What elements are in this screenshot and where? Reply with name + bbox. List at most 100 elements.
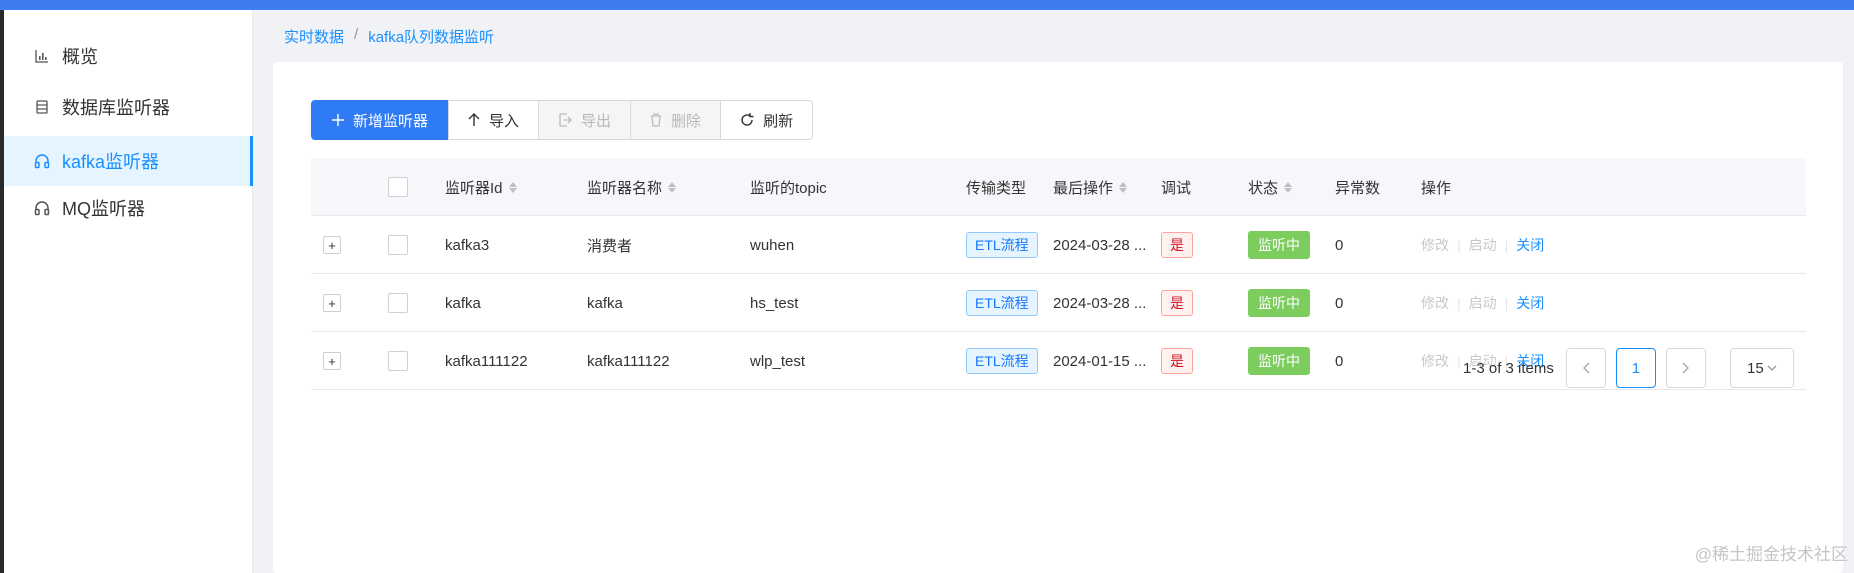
debug-tag: 是	[1161, 290, 1193, 316]
export-icon	[558, 113, 572, 127]
column-header-type: 传输类型	[966, 158, 1026, 216]
prev-page-button[interactable]	[1565, 348, 1606, 388]
table-row: + kafka kafka hs_test ETL流程 2024-03-28 .…	[311, 274, 1806, 332]
refresh-icon	[740, 113, 754, 127]
column-header-debug: 调试	[1161, 158, 1191, 216]
row-checkbox[interactable]	[388, 351, 408, 371]
checkbox-cell	[388, 274, 408, 332]
debug-cell: 是	[1161, 216, 1193, 274]
column-header-label: 监听的topic	[750, 179, 827, 197]
action-divider: |	[1457, 295, 1461, 311]
cell-last-op: 2024-01-15 ...	[1053, 352, 1147, 370]
edit-link[interactable]: 修改	[1421, 293, 1449, 313]
row-actions: 修改 | 启动 | 关闭	[1421, 216, 1544, 274]
column-header-id[interactable]: 监听器Id	[445, 158, 517, 216]
headphones-icon	[32, 151, 52, 171]
row-checkbox[interactable]	[388, 235, 408, 255]
checkbox-cell	[388, 216, 408, 274]
column-header-status[interactable]: 状态	[1248, 158, 1293, 216]
export-button[interactable]: 导出	[538, 100, 632, 140]
column-header-label: 异常数	[1335, 179, 1381, 197]
trash-icon	[650, 113, 662, 127]
type-cell: ETL流程	[966, 274, 1038, 332]
status-cell: 监听中	[1248, 332, 1310, 390]
add-listener-button[interactable]: 新增监听器	[311, 100, 450, 140]
cell-errors: 0	[1335, 352, 1344, 370]
import-button[interactable]: 导入	[448, 100, 540, 140]
column-header-name[interactable]: 监听器名称	[587, 158, 677, 216]
cell-last-op: 2024-03-28 ...	[1053, 294, 1147, 312]
status-cell: 监听中	[1248, 274, 1310, 332]
page-size-select[interactable]: 15	[1729, 348, 1794, 388]
column-header-last-op[interactable]: 最后操作	[1053, 158, 1128, 216]
status-badge: 监听中	[1248, 231, 1310, 259]
expand-row-button[interactable]: +	[323, 236, 341, 254]
cell-topic: wlp_test	[750, 352, 806, 370]
sidebar-item-kafka-listener[interactable]: kafka监听器	[4, 136, 253, 186]
table-header: 监听器Id 监听器名称 监听的topic 传输类型 最后操作 调试 状态 异常数…	[311, 158, 1806, 216]
cell-name: kafka	[587, 294, 623, 312]
expand-cell: +	[323, 216, 341, 274]
sidebar-item-overview[interactable]: 概览	[4, 31, 253, 81]
sidebar-item-label: 数据库监听器	[62, 98, 170, 118]
expand-cell: +	[323, 274, 341, 332]
action-divider: |	[1457, 237, 1461, 253]
column-header-label: 调试	[1161, 179, 1192, 197]
page-button-current[interactable]: 1	[1615, 348, 1656, 388]
export-label: 导出	[581, 112, 612, 130]
column-header-label: 最后操作	[1053, 179, 1114, 197]
column-header-label: 监听器名称	[587, 179, 663, 197]
checkbox-cell	[388, 332, 408, 390]
column-header-topic: 监听的topic	[750, 158, 827, 216]
cell-name: kafka111122	[587, 352, 670, 370]
select-all-checkbox[interactable]	[388, 158, 408, 216]
delete-label: 删除	[671, 112, 702, 130]
sidebar-item-database-listener[interactable]: 数据库监听器	[4, 82, 253, 132]
row-checkbox[interactable]	[388, 293, 408, 313]
edit-link[interactable]: 修改	[1421, 351, 1449, 371]
import-label: 导入	[489, 112, 520, 130]
debug-cell: 是	[1161, 332, 1193, 390]
table-row: + kafka3 消费者 wuhen ETL流程 2024-03-28 ... …	[311, 216, 1806, 274]
debug-tag: 是	[1161, 232, 1193, 258]
edit-link[interactable]: 修改	[1421, 235, 1449, 255]
cell-id: kafka111122	[445, 352, 528, 370]
sort-icon[interactable]	[1119, 181, 1128, 193]
close-link[interactable]: 关闭	[1516, 293, 1544, 313]
refresh-button[interactable]: 刷新	[720, 100, 814, 140]
content-card: 新增监听器 导入 导出 删除 刷新 监听器Id 监听器名称 监听的topic 传…	[273, 62, 1843, 573]
cell-topic: hs_test	[750, 294, 799, 312]
refresh-label: 刷新	[763, 112, 794, 130]
pagination-summary: 1-3 of 3 items	[1463, 359, 1554, 377]
next-page-button[interactable]	[1665, 348, 1706, 388]
database-icon	[32, 97, 52, 117]
start-link[interactable]: 启动	[1469, 235, 1497, 255]
bar-chart-icon	[32, 46, 52, 66]
sidebar-item-mq-listener[interactable]: MQ监听器	[4, 183, 253, 233]
column-header-label: 操作	[1421, 179, 1452, 197]
column-header-label: 状态	[1248, 179, 1279, 197]
page-size-value: 15	[1747, 359, 1764, 377]
action-divider: |	[1457, 353, 1461, 369]
row-actions: 修改 | 启动 | 关闭	[1421, 274, 1544, 332]
expand-row-button[interactable]: +	[323, 352, 341, 370]
cell-errors: 0	[1335, 236, 1344, 254]
type-cell: ETL流程	[966, 332, 1038, 390]
sort-icon[interactable]	[668, 181, 677, 193]
cell-last-op: 2024-03-28 ...	[1053, 236, 1147, 254]
delete-button[interactable]: 删除	[630, 100, 722, 140]
expand-row-button[interactable]: +	[323, 294, 341, 312]
type-tag: ETL流程	[966, 232, 1038, 258]
close-link[interactable]: 关闭	[1516, 235, 1544, 255]
start-link[interactable]: 启动	[1469, 293, 1497, 313]
action-divider: |	[1504, 295, 1509, 311]
breadcrumb-item-kafka[interactable]: kafka队列数据监听	[368, 26, 494, 47]
sort-icon[interactable]	[1284, 181, 1293, 193]
column-header-errors: 异常数	[1335, 158, 1380, 216]
expand-cell: +	[323, 332, 341, 390]
breadcrumb-item-realtime[interactable]: 实时数据	[284, 26, 344, 47]
sort-icon[interactable]	[508, 181, 517, 193]
arrow-up-icon	[468, 113, 480, 127]
status-cell: 监听中	[1248, 216, 1310, 274]
top-accent-bar	[0, 0, 1854, 10]
